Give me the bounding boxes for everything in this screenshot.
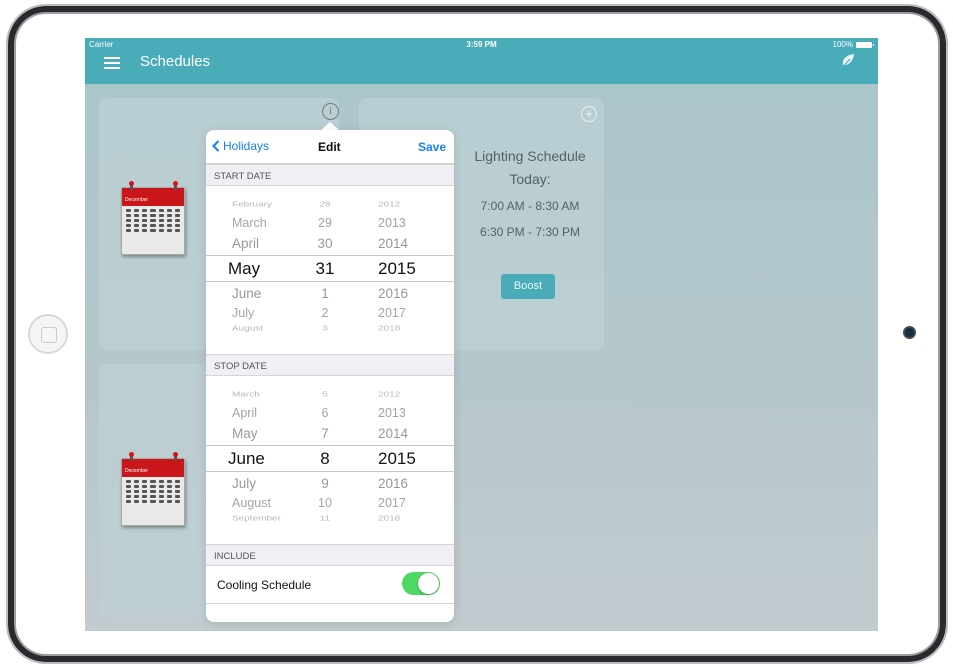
picker-year[interactable]: 2016: [378, 476, 422, 491]
selected-day[interactable]: 31: [311, 259, 339, 279]
selected-month[interactable]: May: [228, 259, 298, 279]
start-date-header: START DATE: [206, 164, 454, 186]
picker-year[interactable]: 2014: [378, 426, 422, 441]
calendar-month-label: December: [122, 188, 184, 206]
picker-day[interactable]: 30: [311, 236, 339, 251]
picker-year[interactable]: 2013: [378, 216, 422, 230]
picker-month[interactable]: July: [232, 476, 302, 491]
picker-day[interactable]: 6: [311, 406, 339, 420]
calendar-icon: December: [121, 181, 185, 255]
lighting-title: Lighting Schedule: [474, 148, 586, 164]
status-time: 3:59 PM: [466, 40, 497, 49]
selected-month[interactable]: June: [228, 449, 298, 469]
cooling-schedule-toggle[interactable]: [402, 572, 440, 595]
navbar: Carrier 3:59 PM 100% Schedules: [85, 38, 878, 84]
selected-year[interactable]: 2015: [378, 259, 422, 279]
leaf-icon[interactable]: [840, 53, 856, 69]
edit-popover: Holidays Edit Save START DATE February 28…: [206, 130, 454, 622]
picker-day[interactable]: 29: [311, 216, 339, 230]
picker-month[interactable]: July: [232, 306, 302, 320]
home-button[interactable]: [28, 314, 68, 354]
picker-year[interactable]: 2016: [378, 286, 422, 301]
front-camera: [905, 328, 914, 337]
popover-title: Edit: [318, 140, 341, 154]
hamburger-menu-icon[interactable]: [104, 57, 120, 69]
start-date-picker[interactable]: February 28 2012 March 29 2013 April 30 2014 M…: [206, 186, 454, 354]
calendar-icon: December: [121, 452, 185, 526]
include-header: INCLUDE: [206, 544, 454, 566]
picker-month[interactable]: June: [232, 286, 302, 301]
picker-month[interactable]: April: [232, 236, 302, 251]
screen: Carrier 3:59 PM 100% Schedules December …: [85, 38, 878, 631]
picker-month[interactable]: March: [232, 216, 302, 230]
picker-year[interactable]: 2018: [378, 515, 422, 523]
picker-month[interactable]: May: [232, 426, 302, 441]
add-icon[interactable]: +: [581, 106, 597, 122]
popover-arrow: [321, 122, 339, 130]
picker-day[interactable]: 11: [311, 515, 339, 523]
picker-month[interactable]: August: [232, 496, 302, 510]
picker-year[interactable]: 2018: [378, 325, 422, 333]
picker-year[interactable]: 2012: [378, 391, 422, 399]
save-button[interactable]: Save: [418, 140, 446, 154]
picker-year[interactable]: 2017: [378, 306, 422, 320]
today-label: Today:: [509, 171, 551, 187]
battery-percent: 100%: [832, 40, 853, 49]
cooling-schedule-label: Cooling Schedule: [217, 578, 312, 592]
back-button[interactable]: Holidays: [212, 139, 269, 153]
battery-icon: [856, 41, 874, 48]
picker-day[interactable]: 3: [311, 325, 339, 333]
picker-year[interactable]: 2013: [378, 406, 422, 420]
picker-year[interactable]: 2017: [378, 496, 422, 510]
picker-year[interactable]: 2014: [378, 236, 422, 251]
selected-year[interactable]: 2015: [378, 449, 422, 469]
calendar-month-label: December: [122, 459, 184, 477]
popover-navbar: Holidays Edit Save: [206, 130, 454, 164]
picker-month[interactable]: February: [232, 201, 302, 209]
picker-day[interactable]: 2: [311, 306, 339, 320]
battery-indicator: 100%: [832, 40, 874, 49]
page-title: Schedules: [140, 53, 211, 70]
back-button-label: Holidays: [223, 139, 270, 153]
picker-day[interactable]: 10: [311, 496, 339, 510]
status-bar: Carrier 3:59 PM 100%: [85, 40, 878, 52]
picker-year[interactable]: 2012: [378, 201, 422, 209]
boost-button[interactable]: Boost: [501, 274, 555, 299]
picker-day[interactable]: 7: [311, 426, 339, 441]
picker-day[interactable]: 1: [311, 286, 339, 301]
time-slot: 7:00 AM - 8:30 AM: [480, 199, 580, 213]
picker-month[interactable]: August: [232, 325, 302, 333]
picker-day[interactable]: 28: [311, 201, 339, 209]
selected-day[interactable]: 8: [311, 449, 339, 469]
info-icon[interactable]: i: [322, 103, 339, 120]
stop-date-picker[interactable]: March 5 2012 April 6 2013 May 7 2014 June 8 2015…: [206, 376, 454, 544]
picker-month[interactable]: September: [232, 515, 302, 523]
picker-day[interactable]: 5: [311, 391, 339, 399]
chevron-left-icon: [212, 140, 220, 152]
picker-month[interactable]: April: [232, 406, 302, 420]
picker-day[interactable]: 9: [311, 476, 339, 491]
cooling-schedule-row: Cooling Schedule: [206, 566, 454, 604]
lighting-schedule-summary: Lighting Schedule Today: 7:00 AM - 8:30 …: [465, 148, 595, 239]
time-slot: 6:30 PM - 7:30 PM: [479, 225, 581, 239]
picker-month[interactable]: March: [232, 391, 302, 399]
stop-date-header: STOP DATE: [206, 354, 454, 376]
